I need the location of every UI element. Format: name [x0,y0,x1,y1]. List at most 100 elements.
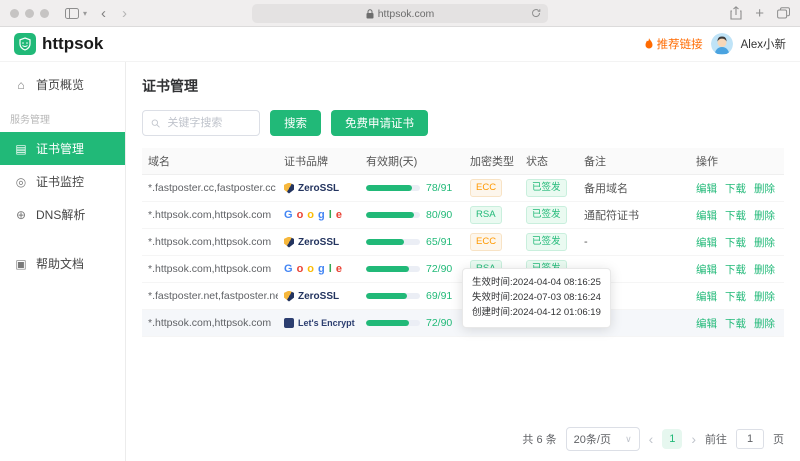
sidebar-item-label: 首页概览 [36,76,84,93]
zerossl-icon [284,291,294,302]
sidebar-item-help-docs[interactable]: ▣ 帮助文档 [0,247,125,280]
domain-cell: *.httpsok.com,httpsok.com [142,317,278,329]
forward-button[interactable]: › [122,6,127,21]
avatar[interactable] [711,33,733,55]
brand-name-text: ZeroSSL [298,183,339,194]
back-button[interactable]: ‹ [101,6,106,21]
user-name[interactable]: Alex小新 [741,36,786,52]
validity-progress [366,293,420,299]
monitor-icon: ◎ [14,175,28,189]
validity-cell: 69/91 [360,290,464,302]
page-size-select[interactable]: 20条/页 ∨ [566,427,640,451]
sidebar-item-label: 帮助文档 [36,255,84,272]
delete-link[interactable]: 删除 [754,318,775,330]
column-header-brand: 证书品牌 [278,153,360,169]
encryption-type-cell: RSA [464,206,520,223]
promo-link[interactable]: 推荐链接 [644,36,703,52]
refresh-icon[interactable] [531,8,541,18]
download-link[interactable]: 下载 [725,264,746,276]
total-count: 共 6 条 [522,431,556,447]
actions-cell: 编辑下载删除 [690,289,784,304]
sidebar-item-cert-monitor[interactable]: ◎ 证书监控 [0,165,125,198]
tooltip-expiry-time: 失效时间:2024-07-03 08:16:24 [472,290,601,305]
domain-cell: *.httpsok.com,httpsok.com [142,209,278,221]
validity-text: 78/91 [426,182,452,194]
download-link[interactable]: 下载 [725,210,746,222]
search-input[interactable] [165,116,251,130]
validity-progress [366,320,420,326]
delete-link[interactable]: 删除 [754,264,775,276]
table-header: 域名 证书品牌 有效期(天) 加密类型 状态 备注 操作 [142,148,784,175]
search-box [142,110,260,136]
sidebar-item-overview[interactable]: ⌂ 首页概览 [0,68,125,101]
sidebar-item-label: 证书管理 [36,140,84,157]
download-link[interactable]: 下载 [725,291,746,303]
brand-cell: Let's Encrypt [278,318,360,328]
status-cell: 已签发 [520,206,578,223]
zerossl-icon [284,237,294,248]
edit-link[interactable]: 编辑 [696,264,717,276]
certificate-icon: ▤ [14,142,28,156]
address-bar[interactable]: httpsok.com [252,4,548,23]
prev-page-button[interactable]: ‹ [649,432,654,446]
edit-link[interactable]: 编辑 [696,183,717,195]
sidebar-item-label: 证书监控 [36,173,84,190]
sidebar-item-cert-manage[interactable]: ▤ 证书管理 [0,132,125,165]
validity-progress-fill [366,293,407,299]
zoom-window-button[interactable] [40,9,49,18]
google-letter: o [297,263,304,275]
close-window-button[interactable] [10,9,19,18]
validity-text: 65/91 [426,236,452,248]
download-link[interactable]: 下载 [725,318,746,330]
certificate-dates-tooltip: 生效时间:2024-04-04 08:16:25 失效时间:2024-07-03… [462,268,611,328]
validity-cell: 78/91 [360,182,464,194]
minimize-window-button[interactable] [25,9,34,18]
sidebar-toggle-icon[interactable] [65,8,79,19]
google-letter: o [307,209,314,221]
edit-link[interactable]: 编辑 [696,291,717,303]
document-icon: ▣ [14,257,28,271]
next-page-button[interactable]: › [691,432,696,446]
search-icon [151,118,160,129]
edit-link[interactable]: 编辑 [696,210,717,222]
delete-link[interactable]: 删除 [754,237,775,249]
chevron-down-icon[interactable]: ▾ [83,9,87,18]
goto-page-input[interactable] [736,429,764,449]
shield-logo-icon [14,33,36,55]
apply-cert-button[interactable]: 免费申请证书 [331,110,428,136]
tabs-icon[interactable] [777,7,790,19]
brand-cell: ZeroSSL [278,237,360,248]
google-letter: g [318,263,325,275]
share-icon[interactable] [730,6,742,20]
home-icon: ⌂ [14,78,28,92]
tooltip-created-time: 创建时间:2024-04-12 01:06:19 [472,305,601,320]
promo-link-label: 推荐链接 [657,36,703,52]
current-page-button[interactable]: 1 [662,429,682,449]
encryption-type-tag: ECC [470,233,502,250]
delete-link[interactable]: 删除 [754,210,775,222]
column-header-status: 状态 [520,153,578,169]
new-tab-button[interactable]: + [755,6,764,21]
google-letter: g [318,209,325,221]
edit-link[interactable]: 编辑 [696,237,717,249]
brand-name-text: Let's Encrypt [298,318,355,328]
google-letter: l [329,209,332,221]
delete-link[interactable]: 删除 [754,291,775,303]
sidebar-item-dns[interactable]: ⊕ DNS解析 [0,198,125,231]
column-header-validity: 有效期(天) [360,153,464,169]
delete-link[interactable]: 删除 [754,183,775,195]
flame-icon [644,38,654,50]
download-link[interactable]: 下载 [725,183,746,195]
encryption-type-tag: RSA [470,206,502,223]
brand-name-text: ZeroSSL [298,237,339,248]
validity-progress [366,239,420,245]
edit-link[interactable]: 编辑 [696,318,717,330]
tooltip-effective-time: 生效时间:2024-04-04 08:16:25 [472,275,601,290]
search-button[interactable]: 搜索 [270,110,321,136]
domain-cell: *.httpsok.com,httpsok.com [142,263,278,275]
download-link[interactable]: 下载 [725,237,746,249]
app-logo[interactable]: httpsok [14,33,103,55]
validity-progress-fill [366,185,412,191]
sidebar: ⌂ 首页概览 服务管理 ▤ 证书管理 ◎ 证书监控 ⊕ DNS解析 ▣ 帮助文档 [0,62,126,461]
goto-label: 前往 [705,431,727,447]
